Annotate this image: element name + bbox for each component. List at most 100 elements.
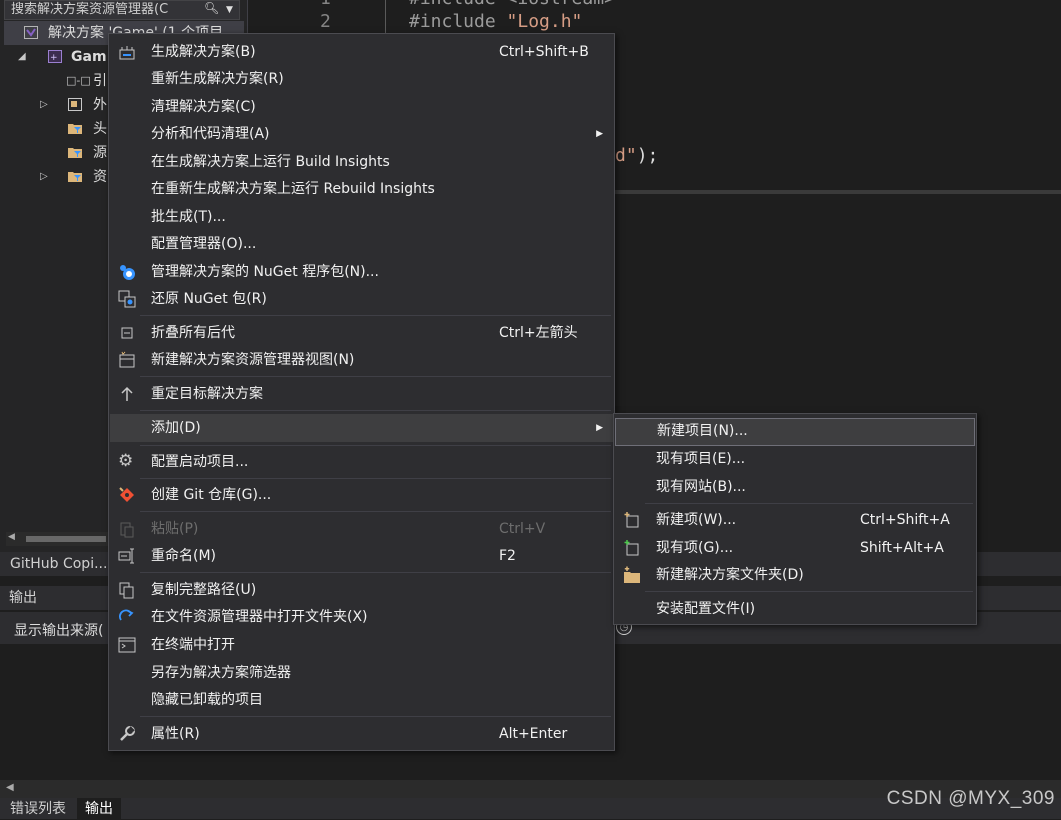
- menu-item-existing-website[interactable]: 现有网站(B)...: [615, 474, 975, 500]
- menu-item-existing-item[interactable]: 现有项(G)... Shift+Alt+A: [615, 535, 975, 561]
- watermark: CSDN @MYX_309: [886, 788, 1055, 809]
- menu-separator: [645, 591, 973, 592]
- copy-icon: [119, 582, 134, 599]
- nuget-icon: [120, 265, 135, 280]
- menu-item-rebuild-solution[interactable]: 重新生成解决方案(R): [110, 66, 613, 92]
- menu-item-analyze-code-cleanup[interactable]: 分析和代码清理(A) ▶: [110, 121, 613, 147]
- menu-item-rename[interactable]: 重命名(M) F2: [110, 543, 613, 569]
- new-view-icon: [119, 351, 135, 368]
- menu-item-save-as-filter[interactable]: 另存为解决方案筛选器: [110, 660, 613, 686]
- menu-item-new-explorer-view[interactable]: 新建解决方案资源管理器视图(N): [110, 347, 613, 373]
- menu-item-run-build-insights[interactable]: 在生成解决方案上运行 Build Insights: [110, 149, 613, 175]
- menu-item-run-rebuild-insights[interactable]: 在重新生成解决方案上运行 Rebuild Insights: [110, 176, 613, 202]
- menu-separator: [645, 503, 973, 504]
- menu-separator: [140, 410, 611, 411]
- tab-error-list[interactable]: 错误列表: [2, 798, 74, 819]
- collapse-icon: [121, 327, 133, 339]
- scroll-left-icon[interactable]: ◀: [8, 532, 15, 542]
- menu-item-open-in-explorer[interactable]: 在文件资源管理器中打开文件夹(X): [110, 604, 613, 630]
- scroll-left-icon[interactable]: ◀: [6, 782, 14, 793]
- solution-context-menu: 生成解决方案(B) Ctrl+Shift+B 重新生成解决方案(R) 清理解决方…: [108, 33, 615, 751]
- filter-folder-icon: [68, 172, 82, 182]
- menu-item-label: 在生成解决方案上运行 Build Insights: [151, 154, 390, 170]
- menu-item-properties[interactable]: 属性(R) Alt+Enter: [110, 721, 613, 747]
- solution-icon: [24, 26, 38, 39]
- existing-item-icon: [624, 540, 639, 556]
- menu-item-shortcut: Ctrl+Shift+B: [499, 44, 589, 60]
- menu-item-configure-startup[interactable]: ⚙ 配置启动项目...: [110, 449, 613, 475]
- menu-item-paste: 粘贴(P) Ctrl+V: [110, 516, 613, 542]
- expanded-arrow-icon[interactable]: ◢: [18, 45, 26, 69]
- chevron-right-icon[interactable]: ▷: [40, 165, 48, 189]
- menu-item-install-config-file[interactable]: 安装配置文件(I): [615, 596, 975, 622]
- tree-item-label: 引: [93, 73, 107, 89]
- menu-item-new-project[interactable]: 新建项目(N)...: [615, 418, 975, 446]
- menu-item-retarget-solution[interactable]: 重定目标解决方案: [110, 381, 613, 407]
- tree-item-label: 头: [93, 121, 107, 137]
- menu-item-shortcut: Ctrl+V: [499, 521, 546, 537]
- tree-item-label: 外: [93, 97, 107, 113]
- menu-item-label: 管理解决方案的 NuGet 程序包(N)...: [151, 264, 379, 280]
- menu-item-label: 折叠所有后代: [151, 325, 235, 341]
- menu-separator: [140, 511, 611, 512]
- menu-item-build-solution[interactable]: 生成解决方案(B) Ctrl+Shift+B: [110, 39, 613, 65]
- external-dependencies-icon: [68, 98, 82, 111]
- menu-item-label: 新建项(W)...: [656, 512, 737, 528]
- svg-text:+: +: [50, 53, 58, 63]
- menu-item-add[interactable]: 添加(D) ▶: [110, 414, 613, 442]
- tab-output[interactable]: 输出: [77, 798, 121, 819]
- line-number: 2: [320, 11, 331, 32]
- tree-item-label: 资: [93, 169, 107, 185]
- menu-item-manage-nuget[interactable]: 管理解决方案的 NuGet 程序包(N)...: [110, 259, 613, 285]
- menu-item-new-item[interactable]: 新建项(W)... Ctrl+Shift+A: [615, 507, 975, 533]
- terminal-icon: [118, 637, 136, 653]
- code-string: "Log.h": [495, 11, 583, 32]
- rename-icon: [118, 548, 134, 564]
- menu-separator: [140, 445, 611, 446]
- menu-item-label: 粘贴(P): [151, 521, 199, 537]
- menu-item-existing-project[interactable]: 现有项目(E)...: [615, 446, 975, 472]
- menu-item-label: 复制完整路径(U): [151, 582, 257, 598]
- menu-item-clean-solution[interactable]: 清理解决方案(C): [110, 94, 613, 120]
- restore-packages-icon: [118, 290, 136, 308]
- menu-item-copy-full-path[interactable]: 复制完整路径(U): [110, 577, 613, 603]
- menu-separator: [140, 572, 611, 573]
- menu-item-label: 新建项目(N)...: [657, 423, 748, 439]
- refresh-arrow-icon: [119, 609, 134, 621]
- menu-item-hide-unloaded[interactable]: 隐藏已卸载的项目: [110, 687, 613, 713]
- menu-item-shortcut: Alt+Enter: [499, 726, 568, 742]
- scrollbar-thumb[interactable]: [26, 536, 106, 542]
- gear-icon: ⚙: [118, 451, 134, 471]
- build-icon: [119, 46, 135, 60]
- menu-item-configuration-manager[interactable]: 配置管理器(O)...: [110, 231, 613, 257]
- menu-item-label: 还原 NuGet 包(R): [151, 291, 267, 307]
- code-line-1: #include <iostream>: [409, 0, 615, 9]
- menu-item-label: 重定目标解决方案: [151, 386, 263, 402]
- new-folder-icon: [624, 566, 640, 583]
- menu-item-label: 批生成(T)...: [151, 209, 226, 225]
- filter-folder-icon: [68, 124, 82, 134]
- menu-item-collapse-all[interactable]: 折叠所有后代 Ctrl+左箭头: [110, 320, 613, 346]
- code-keyword: #include: [409, 11, 496, 32]
- menu-item-label: 在终端中打开: [151, 637, 235, 653]
- menu-separator: [140, 315, 611, 316]
- menu-item-batch-build[interactable]: 批生成(T)...: [110, 204, 613, 230]
- menu-item-label: 新建解决方案资源管理器视图(N): [151, 352, 355, 368]
- menu-item-label: 生成解决方案(B): [151, 44, 256, 60]
- new-item-icon: [624, 512, 639, 528]
- menu-separator: [140, 716, 611, 717]
- tree-item-label: Gam: [71, 49, 107, 65]
- line-number: 1: [320, 0, 331, 9]
- menu-separator: [140, 478, 611, 479]
- menu-item-new-solution-folder[interactable]: 新建解决方案文件夹(D): [615, 562, 975, 588]
- menu-item-create-git-repo[interactable]: 创建 Git 仓库(G)...: [110, 482, 613, 508]
- menu-item-restore-nuget[interactable]: 还原 NuGet 包(R): [110, 286, 613, 312]
- chevron-right-icon[interactable]: ▷: [40, 93, 48, 117]
- menu-item-shortcut: Ctrl+Shift+A: [860, 512, 950, 528]
- submenu-arrow-icon: ▶: [596, 423, 603, 433]
- menu-separator: [140, 376, 611, 377]
- menu-item-label: 创建 Git 仓库(G)...: [151, 487, 272, 503]
- menu-item-shortcut: F2: [499, 548, 516, 564]
- menu-item-label: 配置启动项目...: [151, 454, 249, 470]
- menu-item-open-in-terminal[interactable]: 在终端中打开: [110, 632, 613, 658]
